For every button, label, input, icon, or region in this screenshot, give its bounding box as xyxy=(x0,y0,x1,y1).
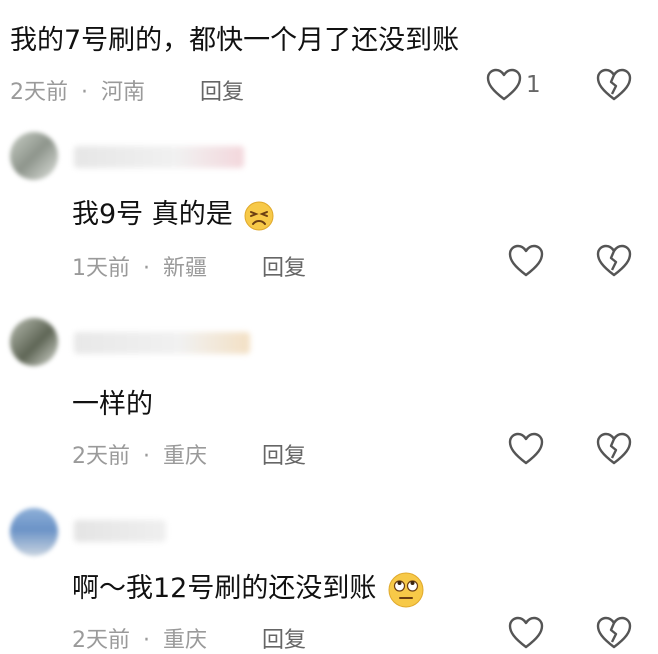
comment-meta: 2天前 · 重庆 xyxy=(72,622,207,654)
heart-outline-icon[interactable] xyxy=(486,68,522,102)
heart-outline-icon[interactable] xyxy=(508,244,544,278)
comment-time: 1天前 xyxy=(72,256,130,281)
reply-button[interactable]: 回复 xyxy=(262,622,306,654)
heart-outline-icon[interactable] xyxy=(508,432,544,466)
comment-time: 2天前 xyxy=(72,444,130,469)
comment-location: 新疆 xyxy=(163,256,208,281)
comment-location: 河南 xyxy=(101,80,146,105)
comment-text-wrap: 啊～我12号刷的还没到账 xyxy=(72,566,425,609)
comment-location: 重庆 xyxy=(163,444,208,469)
meta-separator: · xyxy=(143,256,150,281)
broken-heart-icon[interactable] xyxy=(596,432,632,466)
like-count: 1 xyxy=(526,72,541,98)
heart-outline-icon[interactable] xyxy=(508,616,544,650)
avatar[interactable] xyxy=(10,132,58,180)
meta-separator: · xyxy=(143,444,150,469)
comment-text: 我的7号刷的，都快一个月了还没到账 xyxy=(10,25,460,56)
persevering-face-emoji xyxy=(244,201,274,230)
comment-text: 啊～我12号刷的还没到账 xyxy=(72,573,377,604)
username-blurred[interactable] xyxy=(74,520,166,542)
reply-button[interactable]: 回复 xyxy=(200,74,244,106)
comment-meta: 1天前 · 新疆 xyxy=(72,250,207,282)
broken-heart-icon[interactable] xyxy=(596,244,632,278)
reply-button[interactable]: 回复 xyxy=(262,250,306,282)
comment-text-wrap: 我9号 真的是 xyxy=(72,192,275,232)
avatar[interactable] xyxy=(10,508,58,556)
username-blurred[interactable] xyxy=(74,146,244,168)
comment-meta: 2天前 · 重庆 xyxy=(72,438,207,470)
username-blurred[interactable] xyxy=(74,332,250,354)
comment-time: 2天前 xyxy=(10,80,68,105)
comment-text: 我9号 真的是 xyxy=(72,199,233,230)
meta-separator: · xyxy=(81,80,88,105)
comment-text: 一样的 xyxy=(72,389,153,420)
comment-meta: 2天前 · 河南 xyxy=(10,74,145,106)
avatar[interactable] xyxy=(10,318,58,366)
broken-heart-icon[interactable] xyxy=(596,616,632,650)
eye-roll-face-emoji xyxy=(388,572,424,607)
broken-heart-icon[interactable] xyxy=(596,68,632,102)
reply-button[interactable]: 回复 xyxy=(262,438,306,470)
